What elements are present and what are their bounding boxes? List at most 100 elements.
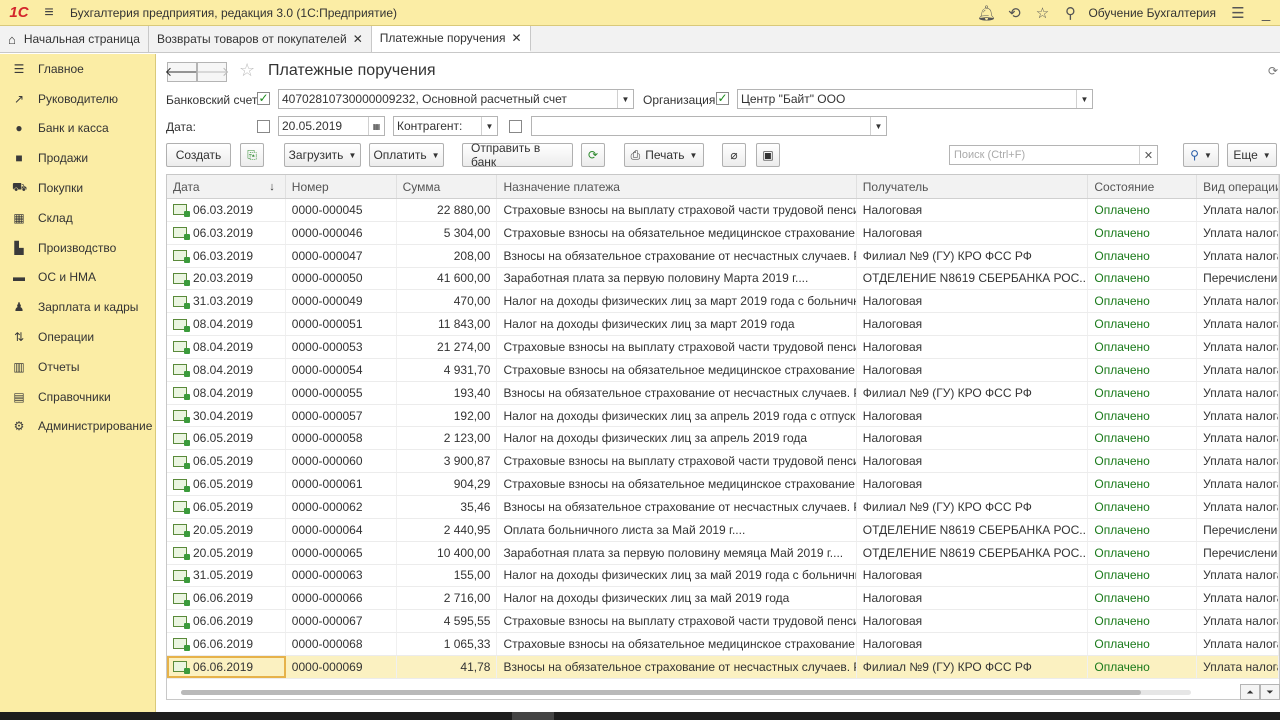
table-row[interactable]: 06.06.2019 0000-000068 1 065,33 Страховые в… bbox=[167, 633, 1279, 656]
settings-menu-icon[interactable]: ☰ bbox=[1224, 0, 1252, 26]
link-icon[interactable]: ⟳ bbox=[1268, 64, 1278, 78]
table-row[interactable]: 20.05.2019 0000-000064 2 440,95 Оплата боль… bbox=[167, 518, 1279, 542]
date-checkbox[interactable] bbox=[257, 120, 270, 133]
pay-button[interactable]: Оплатить ▼ bbox=[369, 143, 444, 167]
sidebar-item-warehouse[interactable]: ▦ Склад bbox=[0, 203, 155, 233]
chevron-down-icon[interactable]: ▼ bbox=[1076, 90, 1092, 108]
table-row[interactable]: 06.05.2019 0000-000060 3 900,87 Страховые в… bbox=[167, 450, 1279, 474]
sidebar-item-admin[interactable]: ⚙ Администрирование bbox=[0, 412, 155, 442]
attach-button[interactable]: ⌀ bbox=[722, 143, 746, 167]
column-header-number[interactable]: Номер bbox=[286, 175, 397, 198]
tab-home[interactable]: ⌂ Начальная страница bbox=[0, 26, 149, 52]
sidebar-item-salary[interactable]: ♟ Зарплата и кадры bbox=[0, 292, 155, 322]
bank-account-checkbox[interactable]: ✓ bbox=[257, 92, 270, 105]
sidebar-item-reports[interactable]: ▥ Отчеты bbox=[0, 352, 155, 382]
table-row[interactable]: 08.04.2019 0000-000055 193,40 Взносы на обя… bbox=[167, 381, 1279, 405]
column-header-status[interactable]: Состояние bbox=[1088, 175, 1198, 198]
table-row[interactable]: 31.05.2019 0000-000063 155,00 Налог на дохо… bbox=[167, 564, 1279, 588]
table-row[interactable]: 06.05.2019 0000-000058 2 123,00 Налог на до… bbox=[167, 427, 1279, 451]
close-icon[interactable]: ✕ bbox=[353, 32, 363, 46]
organization-field[interactable]: Центр "Байт" ООО ▼ bbox=[737, 89, 1093, 109]
favorite-star-icon[interactable]: ☆ bbox=[239, 60, 255, 81]
table-row[interactable]: 06.05.2019 0000-000062 35,46 Взносы на обяз… bbox=[167, 495, 1279, 519]
table-row[interactable]: 08.04.2019 0000-000051 11 843,00 Налог на д… bbox=[167, 313, 1279, 337]
column-header-date[interactable]: Дата ↓ bbox=[167, 175, 286, 198]
payment-document-icon bbox=[173, 272, 190, 286]
back-button[interactable]: 🡐 bbox=[165, 62, 199, 82]
sidebar-item-purchases[interactable]: ⛟ Покупки bbox=[0, 173, 155, 203]
cell-operation-type: Перечисление bbox=[1197, 267, 1279, 290]
chevron-down-icon[interactable]: ▼ bbox=[617, 90, 633, 108]
history-icon[interactable]: ⟲ bbox=[1000, 0, 1028, 26]
sidebar-item-sales[interactable]: ■ Продажи bbox=[0, 143, 155, 173]
sidebar-item-production[interactable]: ▙ Производство bbox=[0, 233, 155, 263]
counterparty-type-select[interactable]: Контрагент: ▼ bbox=[393, 116, 498, 136]
create-button[interactable]: Создать bbox=[166, 143, 231, 167]
scroll-to-bottom-icon[interactable]: ⏷ bbox=[1260, 684, 1280, 700]
bank-account-field[interactable]: 40702810730000009232, Основной расчетный… bbox=[278, 89, 634, 109]
star-icon[interactable]: ☆ bbox=[1028, 0, 1056, 26]
scroll-to-top-icon[interactable]: ⏶ bbox=[1240, 684, 1260, 700]
forward-button[interactable]: 🡒 bbox=[195, 62, 229, 82]
scrollbar-thumb[interactable] bbox=[181, 690, 1141, 695]
sidebar-item-main[interactable]: ☰ Главное bbox=[0, 54, 155, 84]
table-row[interactable]: 08.04.2019 0000-000054 4 931,70 Страховые в… bbox=[167, 358, 1279, 382]
horizontal-scrollbar[interactable] bbox=[166, 686, 1206, 698]
calendar-icon[interactable]: ▦ bbox=[368, 117, 384, 135]
load-button[interactable]: Загрузить ▼ bbox=[284, 143, 361, 167]
clear-icon[interactable]: ✕ bbox=[1139, 146, 1157, 164]
refresh-button[interactable]: ⟳ bbox=[581, 143, 605, 167]
column-header-operation-type[interactable]: Вид операции bbox=[1197, 175, 1279, 198]
more-button[interactable]: Еще ▼ bbox=[1227, 143, 1277, 167]
table-row[interactable]: 20.03.2019 0000-000050 41 600,00 Заработная… bbox=[167, 267, 1279, 291]
table-row[interactable]: 06.03.2019 0000-000046 5 304,00 Страховые в… bbox=[167, 221, 1279, 245]
chevron-down-icon[interactable]: ▼ bbox=[481, 117, 497, 135]
table-row[interactable]: 06.06.2019 0000-000069 41,78 Взносы на обяз… bbox=[167, 655, 1279, 679]
counterparty-checkbox[interactable] bbox=[509, 120, 522, 133]
cell-date: 08.04.2019 bbox=[167, 313, 286, 336]
table-row[interactable]: 06.06.2019 0000-000067 4 595,55 Страховые в… bbox=[167, 610, 1279, 634]
cell-status: Оплачено bbox=[1088, 244, 1198, 267]
table-row[interactable]: 08.04.2019 0000-000053 21 274,00 Страховые … bbox=[167, 336, 1279, 359]
cell-amount: 21 274,00 bbox=[397, 336, 498, 358]
table-row[interactable]: 20.05.2019 0000-000065 10 400,00 Заработная… bbox=[167, 541, 1279, 565]
main-menu-icon[interactable]: ≡ bbox=[38, 4, 60, 22]
table-row[interactable]: 06.05.2019 0000-000061 904,29 Страховые взн… bbox=[167, 473, 1279, 496]
copy-button[interactable]: ⎘ bbox=[240, 143, 264, 167]
payment-document-icon bbox=[173, 295, 190, 309]
column-header-purpose[interactable]: Назначение платежа bbox=[497, 175, 857, 198]
column-header-recipient[interactable]: Получатель bbox=[857, 175, 1089, 198]
user-name[interactable]: Обучение Бухгалтерия bbox=[1088, 6, 1216, 20]
sidebar-item-manager[interactable]: ↗ Руководителю bbox=[0, 84, 155, 114]
cell-operation-type: Уплата налога bbox=[1197, 381, 1279, 404]
tab-returns[interactable]: Возвраты товаров от покупателей ✕ bbox=[149, 26, 372, 52]
table-row[interactable]: 31.03.2019 0000-000049 470,00 Налог на дохо… bbox=[167, 290, 1279, 314]
close-icon[interactable]: ✕ bbox=[511, 31, 521, 45]
cell-amount: 1 065,33 bbox=[397, 633, 498, 655]
sidebar-item-catalogs[interactable]: ▤ Справочники bbox=[0, 382, 155, 412]
send-to-bank-button[interactable]: Отправить в банк bbox=[462, 141, 573, 169]
search-icon[interactable]: ⚲ bbox=[1056, 0, 1084, 26]
date-field[interactable]: 20.05.2019 ▦ bbox=[278, 116, 385, 136]
chevron-down-icon[interactable]: ▼ bbox=[870, 117, 886, 135]
cell-purpose: Страховые взносы на выплату страховой ча… bbox=[497, 336, 857, 358]
minimize-icon[interactable]: _ bbox=[1252, 0, 1280, 26]
table-row[interactable]: 06.06.2019 0000-000066 2 716,00 Налог на до… bbox=[167, 587, 1279, 611]
table-row[interactable]: 06.03.2019 0000-000047 208,00 Взносы на обя… bbox=[167, 244, 1279, 268]
column-header-amount[interactable]: Сумма bbox=[397, 175, 498, 198]
search-input[interactable]: Поиск (Ctrl+F) ✕ bbox=[949, 145, 1158, 165]
cell-recipient: Филиал №9 (ГУ) КРО ФСС РФ bbox=[857, 495, 1089, 518]
search-options-button[interactable]: ⚲ ▼ bbox=[1183, 143, 1219, 167]
sidebar-item-assets[interactable]: ▬ ОС и НМА bbox=[0, 263, 155, 293]
print-button[interactable]: ⎙ Печать ▼ bbox=[624, 143, 704, 167]
counterparty-field[interactable]: ▼ bbox=[531, 116, 887, 136]
bell-icon[interactable]: 🔔︎ bbox=[972, 0, 1000, 26]
organization-checkbox[interactable]: ✓ bbox=[716, 92, 729, 105]
structure-button[interactable]: ▣ bbox=[756, 143, 780, 167]
table-row[interactable]: 06.03.2019 0000-000045 22 880,00 Страховые … bbox=[167, 199, 1279, 222]
sidebar-item-bank[interactable]: ● Банк и касса bbox=[0, 114, 155, 144]
sidebar-item-operations[interactable]: ⇅ Операции bbox=[0, 322, 155, 352]
assets-icon: ▬ bbox=[13, 270, 25, 285]
tab-payment-orders[interactable]: Платежные поручения ✕ bbox=[371, 26, 531, 52]
table-row[interactable]: 30.04.2019 0000-000057 192,00 Налог на дохо… bbox=[167, 404, 1279, 428]
